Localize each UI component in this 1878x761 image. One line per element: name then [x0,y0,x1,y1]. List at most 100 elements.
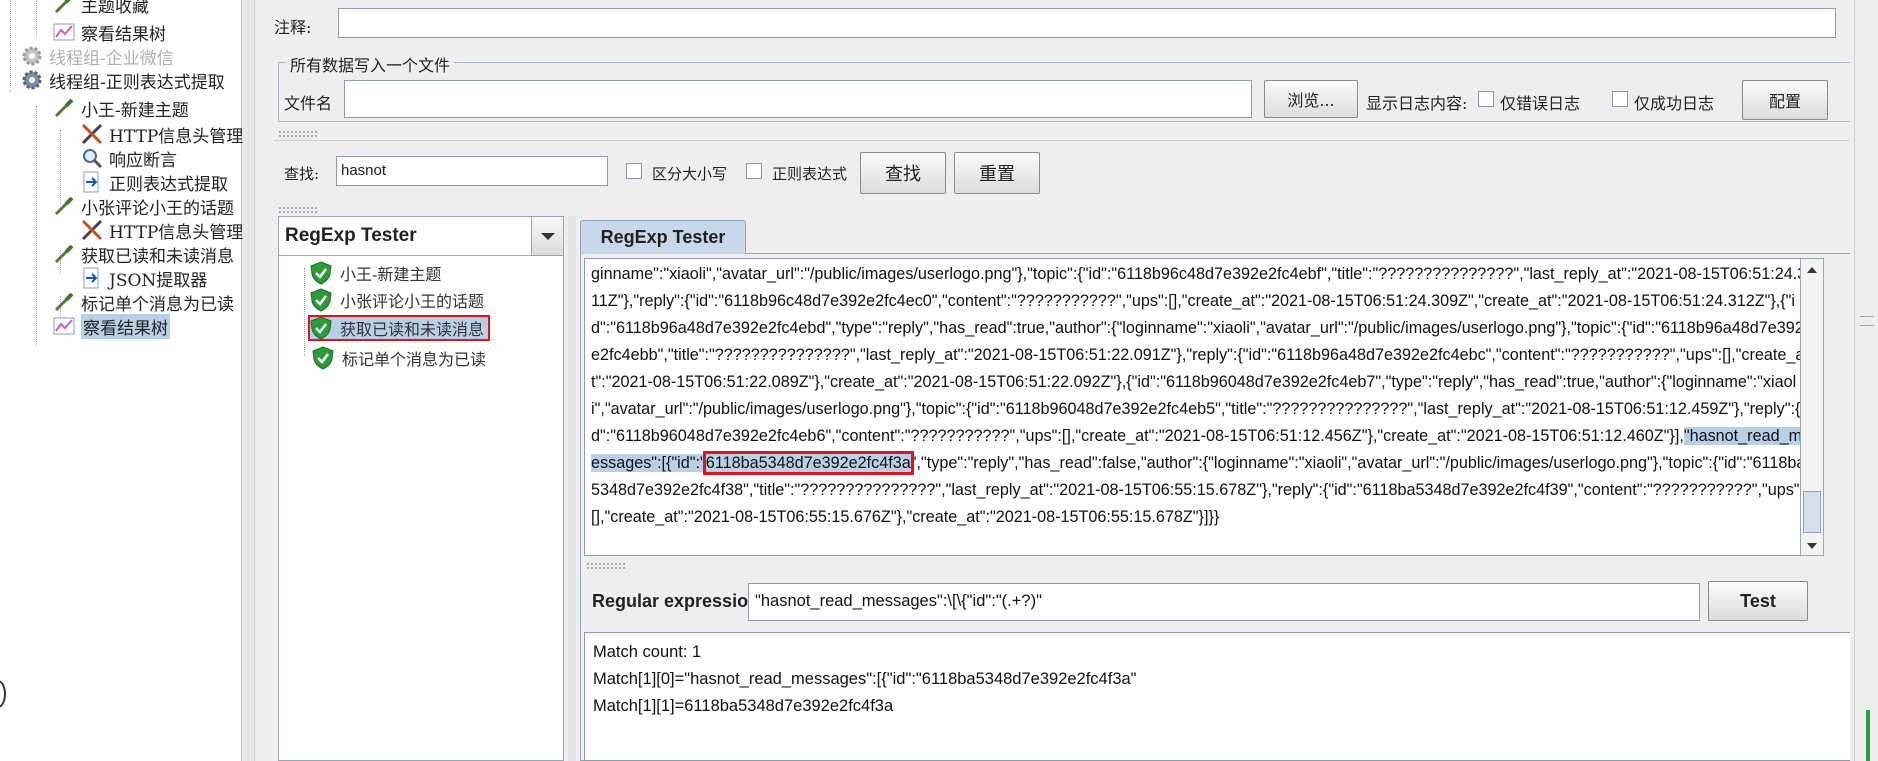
tree-item-http-header-2[interactable]: HTTP信息头管理 [80,218,244,243]
results-tree-panel: 注释: 所有数据写入一个文件 文件名 浏览... 显示日志内容: 仅错误日志 仅… [256,0,1878,761]
tree-item-threadgroup-wecom[interactable]: 线程组-企业微信 [20,44,174,69]
comment-input[interactable] [338,8,1836,38]
case-sensitive-checkbox[interactable] [626,163,642,179]
tree-item-xiaozhang-comment[interactable]: 小张评论小王的话题 [52,194,234,219]
chart-icon [53,23,75,41]
tree-item-label: 小张评论小王的话题 [81,198,234,219]
tree-item-label: 小王-新建主题 [81,100,189,121]
scrollbar-thumb[interactable] [1803,491,1821,533]
errors-only-checkbox[interactable] [1478,91,1494,107]
tree-item-label: HTTP信息头管理 [109,222,244,243]
search-input[interactable]: hasnot [336,156,608,186]
errors-only-label: 仅错误日志 [1500,94,1581,113]
regex-input[interactable]: "hasnot_read_messages":\[\{"id":"(.+?)" [748,583,1700,621]
gear-icon [22,70,42,90]
tree-item-view-results-selected[interactable]: 察看结果树 [52,313,170,339]
success-shield-icon [310,261,332,285]
tree-item-json-extractor[interactable]: JSON提取器 [80,266,208,291]
reset-button[interactable]: 重置 [954,152,1040,194]
success-shield-icon [312,346,334,370]
response-text: ginname":"xiaoli","avatar_url":"/public/… [591,265,1810,445]
dropper-icon [54,292,74,312]
success-only-label: 仅成功日志 [1634,94,1715,113]
test-plan-tree[interactable]: 主题收藏 察看结果树 线程组-企业微信 线程组-正则表达式提取 小王-新建主题 … [0,0,244,761]
response-scrollbar[interactable] [1800,258,1824,556]
result-item-label: 获取已读和未读消息 [340,320,485,339]
dropper-icon [54,0,71,14]
log-content-label: 显示日志内容: [1366,94,1468,113]
case-sensitive-label: 区分大小写 [652,165,728,183]
splitter-grip[interactable] [278,130,318,138]
find-button[interactable]: 查找 [860,152,946,194]
result-item[interactable]: 标记单个消息为已读 [312,345,486,371]
comment-label: 注释: [274,18,312,37]
splitter-grip[interactable] [586,562,626,570]
tree-item-label: 正则表达式提取 [109,174,228,195]
tree-item-label: HTTP信息头管理 [109,126,244,147]
search-label: 查找: [284,165,320,183]
tree-item-label: 响应断言 [109,150,177,171]
result-item-selected[interactable]: 获取已读和未读消息 [308,315,491,341]
result-item-label: 标记单个消息为已读 [342,350,487,369]
regex-label: 正则表达式 [772,165,848,183]
tree-item-label: 察看结果树 [81,313,170,339]
tree-item-label: 察看结果树 [81,24,166,45]
splitter-grip[interactable] [278,206,318,214]
match-line: Match[1][1]=6118ba5348d7e392e2fc4f3a [593,697,894,715]
arrow-doc-icon [83,267,99,289]
tree-item-threadgroup-regex[interactable]: 线程组-正则表达式提取 [20,68,225,93]
arrow-doc-icon [83,171,99,193]
success-shield-icon [310,316,332,340]
partial-circle-icon [0,680,6,708]
result-item-label: 小张评论小王的话题 [340,292,485,311]
renderer-select[interactable]: RegExp Tester [278,216,564,256]
right-edge-scrollbar[interactable] [1850,0,1878,761]
response-match-highlight: 6118ba5348d7e392e2fc4f3a [702,451,914,475]
tree-item-xiaowang-new-topic[interactable]: 小王-新建主题 [52,96,189,121]
match-line: Match[1][0]="hasnot_read_messages":[{"id… [593,670,1137,688]
tree-item-response-assertion[interactable]: 响应断言 [80,146,177,171]
dropper-icon [54,196,74,216]
tab-regexp-tester[interactable]: RegExp Tester [580,220,746,254]
gear-icon [22,46,42,66]
success-shield-icon [310,288,332,312]
tree-item-label: 线程组-企业微信 [49,48,174,69]
regex-checkbox[interactable] [746,163,762,179]
chevron-up-icon[interactable] [1805,265,1819,275]
chart-icon [53,317,75,335]
chevron-down-icon[interactable] [1805,541,1819,551]
status-indicator [1866,710,1870,761]
tools-icon [81,219,103,241]
success-only-checkbox[interactable] [1612,91,1628,107]
grip-icon[interactable] [1860,316,1874,326]
response-text-area[interactable]: ginname":"xiaoli","avatar_url":"/public/… [584,258,1818,556]
filename-input[interactable] [344,80,1252,118]
match-result-area[interactable]: Match count: 1 Match[1][0]="hasnot_read_… [584,632,1856,761]
config-button[interactable]: 配置 [1742,80,1828,120]
browse-button[interactable]: 浏览... [1264,80,1358,118]
tree-item-topic-collect[interactable]: 主题收藏 [52,0,149,17]
result-item[interactable]: 小张评论小王的话题 [310,287,484,313]
tree-item-label: 线程组-正则表达式提取 [49,72,225,93]
tree-item-label: 主题收藏 [81,0,149,17]
result-item[interactable]: 小王-新建主题 [310,260,441,286]
test-button[interactable]: Test [1708,581,1808,621]
renderer-select-value: RegExp Tester [285,225,417,246]
chevron-down-icon[interactable] [531,217,563,255]
tree-item-http-header-1[interactable]: HTTP信息头管理 [80,122,244,147]
tree-item-get-read-unread[interactable]: 获取已读和未读消息 [52,242,234,267]
dropper-icon [54,244,74,264]
dropper-icon [54,98,74,118]
tools-icon [81,123,103,145]
tree-item-label: JSON提取器 [109,270,208,291]
magnifier-icon [83,149,103,169]
regex-row: Regular expression: "hasnot_read_message… [584,575,1856,625]
tree-item-mark-read[interactable]: 标记单个消息为已读 [52,290,234,315]
tree-item-regex-extractor[interactable]: 正则表达式提取 [80,170,228,195]
tree-item-label: 获取已读和未读消息 [81,246,234,267]
filename-label: 文件名 [284,94,333,113]
tree-splitter[interactable] [243,0,255,761]
match-line: Match count: 1 [593,643,702,661]
vertical-splitter[interactable] [568,216,576,761]
tree-item-view-results[interactable]: 察看结果树 [52,20,166,45]
